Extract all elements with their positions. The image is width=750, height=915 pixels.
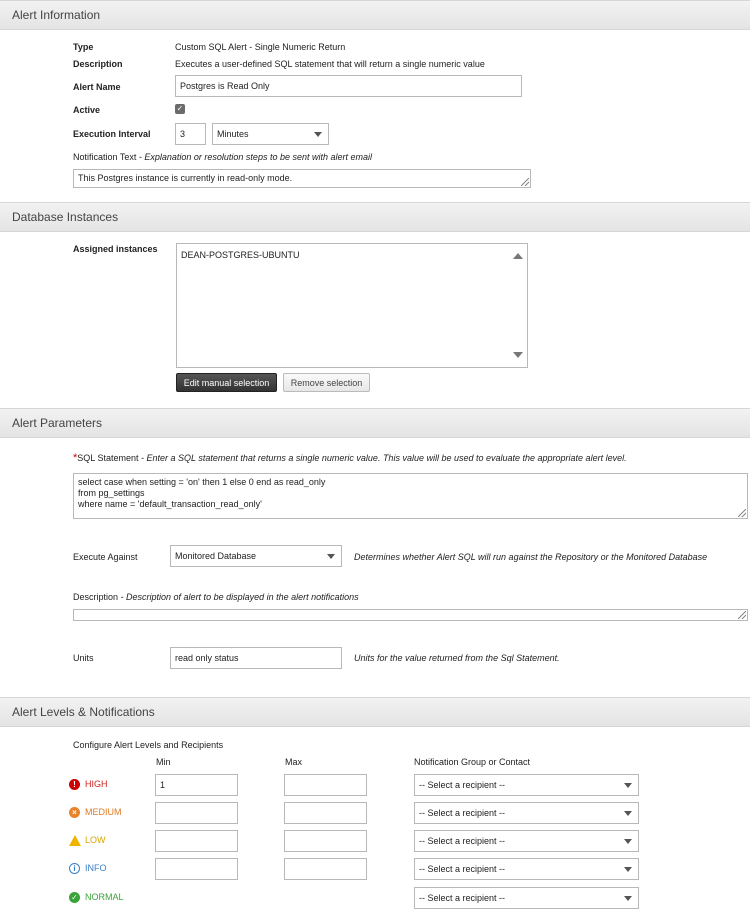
sql-line: select case when setting = 'on' then 1 e… xyxy=(78,477,326,487)
edit-manual-selection-button[interactable]: Edit manual selection xyxy=(176,373,277,392)
min-input-medium[interactable] xyxy=(155,802,238,824)
units-hint: Units for the value returned from the Sq… xyxy=(354,653,560,663)
configure-levels-label: Configure Alert Levels and Recipients xyxy=(73,740,224,750)
units-input[interactable]: read only status xyxy=(170,647,342,669)
param-description-label: Description xyxy=(73,592,119,602)
min-input-info[interactable] xyxy=(155,858,238,880)
chevron-down-icon xyxy=(624,839,632,844)
level-name-high: HIGH xyxy=(85,779,108,789)
execute-against-select[interactable]: Monitored Database xyxy=(170,545,342,567)
active-label: Active xyxy=(73,105,101,115)
level-name-medium: MEDIUM xyxy=(85,807,122,817)
scroll-down-icon[interactable] xyxy=(513,352,523,358)
assigned-instances-label: Assigned instances xyxy=(73,244,158,254)
notification-text-hint: - Explanation or resolution steps to be … xyxy=(136,152,372,162)
level-name-info: INFO xyxy=(85,863,107,873)
chevron-down-icon xyxy=(314,132,322,137)
execute-against-hint: Determines whether Alert SQL will run ag… xyxy=(354,552,708,562)
level-name-normal: NORMAL xyxy=(85,892,124,902)
recipient-select-info[interactable]: -- Select a recipient -- xyxy=(414,858,639,880)
instance-list-item[interactable]: DEAN-POSTGRES-UBUNTU xyxy=(181,250,300,260)
alert-name-label: Alert Name xyxy=(73,82,121,92)
type-label: Type xyxy=(73,42,94,52)
units-label: Units xyxy=(73,653,94,663)
resize-handle-icon[interactable] xyxy=(738,611,746,619)
resize-handle-icon[interactable] xyxy=(521,178,529,186)
remove-selection-button[interactable]: Remove selection xyxy=(283,373,370,392)
active-checkbox[interactable]: ✓ xyxy=(175,104,185,114)
param-description-hint: - Description of alert to be displayed i… xyxy=(118,592,359,602)
recipient-select-value: -- Select a recipient -- xyxy=(419,893,506,903)
x-circle-icon: × xyxy=(69,807,80,818)
execute-against-label: Execute Against xyxy=(73,552,138,562)
sql-line: from pg_settings xyxy=(78,488,145,498)
description-value: Executes a user-defined SQL statement th… xyxy=(175,59,485,69)
recipient-select-low[interactable]: -- Select a recipient -- xyxy=(414,830,639,852)
min-input-low[interactable] xyxy=(155,830,238,852)
description-label: Description xyxy=(73,59,123,69)
recipient-select-value: -- Select a recipient -- xyxy=(419,836,506,846)
recipient-select-value: -- Select a recipient -- xyxy=(419,808,506,818)
execution-interval-unit-select[interactable]: Minutes xyxy=(212,123,329,145)
execution-interval-label: Execution Interval xyxy=(73,129,151,139)
recipient-select-normal[interactable]: -- Select a recipient -- xyxy=(414,887,639,909)
max-input-low[interactable] xyxy=(284,830,367,852)
max-input-info[interactable] xyxy=(284,858,367,880)
section-header-alert-levels: Alert Levels & Notifications xyxy=(0,697,750,727)
recipient-select-high[interactable]: -- Select a recipient -- xyxy=(414,774,639,796)
execution-interval-input[interactable]: 3 xyxy=(175,123,206,145)
chevron-down-icon xyxy=(624,783,632,788)
notification-text-label: Notification Text xyxy=(73,152,137,162)
min-input-high[interactable]: 1 xyxy=(155,774,238,796)
notification-text-area[interactable]: This Postgres instance is currently in r… xyxy=(73,169,531,188)
level-name-low: LOW xyxy=(85,835,106,845)
min-header: Min xyxy=(156,757,171,767)
sql-line: where name = 'default_transaction_read_o… xyxy=(78,499,262,509)
error-icon: ! xyxy=(69,779,80,790)
chevron-down-icon xyxy=(624,811,632,816)
group-header: Notification Group or Contact xyxy=(414,757,531,767)
param-description-textarea[interactable] xyxy=(73,609,748,621)
recipient-select-value: -- Select a recipient -- xyxy=(419,864,506,874)
execute-against-value: Monitored Database xyxy=(175,551,257,561)
sql-statement-hint: - Enter a SQL statement that returns a s… xyxy=(138,453,627,463)
assigned-instances-list[interactable]: DEAN-POSTGRES-UBUNTU xyxy=(176,243,528,368)
resize-handle-icon[interactable] xyxy=(738,509,746,517)
description-row: Description - Description of alert to be… xyxy=(73,592,359,602)
max-header: Max xyxy=(285,757,303,767)
execution-interval-unit-value: Minutes xyxy=(217,129,249,139)
chevron-down-icon xyxy=(624,867,632,872)
section-header-database-instances: Database Instances xyxy=(0,202,750,232)
info-icon: i xyxy=(69,863,80,874)
scroll-up-icon[interactable] xyxy=(513,253,523,259)
check-circle-icon: ✓ xyxy=(69,892,80,903)
chevron-down-icon xyxy=(327,554,335,559)
notification-text-value: This Postgres instance is currently in r… xyxy=(78,173,293,183)
chevron-down-icon xyxy=(624,896,632,901)
notification-text-row: Notification Text - Explanation or resol… xyxy=(73,152,372,162)
max-input-high[interactable] xyxy=(284,774,367,796)
recipient-select-medium[interactable]: -- Select a recipient -- xyxy=(414,802,639,824)
sql-statement-label: SQL Statement xyxy=(77,453,139,463)
type-value: Custom SQL Alert - Single Numeric Return xyxy=(175,42,346,52)
sql-statement-textarea[interactable]: select case when setting = 'on' then 1 e… xyxy=(73,473,748,519)
section-header-alert-information: Alert Information xyxy=(0,0,750,30)
max-input-medium[interactable] xyxy=(284,802,367,824)
recipient-select-value: -- Select a recipient -- xyxy=(419,780,506,790)
sql-statement-row: *SQL Statement - Enter a SQL statement t… xyxy=(73,452,627,464)
alert-name-input[interactable]: Postgres is Read Only xyxy=(175,75,522,97)
section-header-alert-parameters: Alert Parameters xyxy=(0,408,750,438)
warning-icon xyxy=(69,835,81,846)
